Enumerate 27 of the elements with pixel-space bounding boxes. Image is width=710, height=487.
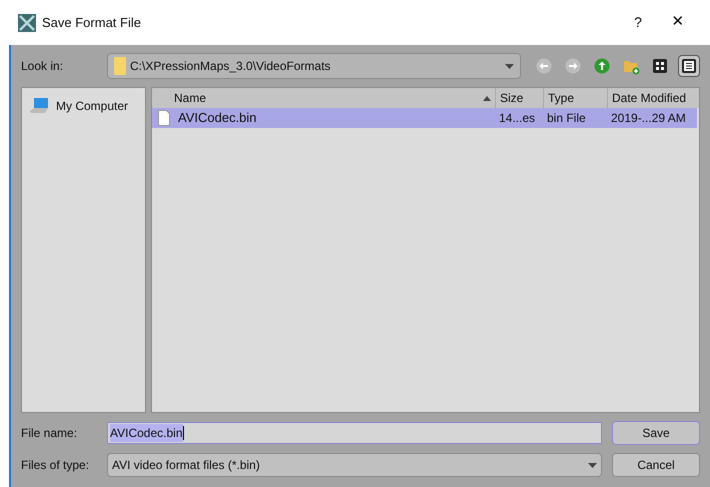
folder-icon <box>114 57 126 75</box>
file-icon <box>158 110 170 126</box>
app-logo-icon <box>18 14 36 32</box>
computer-icon <box>30 97 50 115</box>
file-type-dropdown[interactable]: AVI video format files (*.bin) <box>107 453 602 477</box>
file-cell-text: AVICodec.bin <box>178 109 257 128</box>
sidebar-item[interactable]: My Computer <box>22 94 145 118</box>
sort-arrow-icon <box>483 96 491 100</box>
caret-icon <box>588 462 597 468</box>
window-title: Save Format File <box>42 14 141 32</box>
caret-icon <box>505 64 514 68</box>
file-type-label: Files of type: <box>21 457 90 474</box>
file-name-label: File name: <box>21 425 78 442</box>
file-cell-text: bin File <box>547 110 586 127</box>
cancel-button[interactable]: Cancel <box>612 453 700 477</box>
file-cell-text: 14...es <box>499 110 536 127</box>
file-cell-text: 2019-...29 AM <box>611 110 686 127</box>
file-name-field[interactable]: AVICodec.bin <box>107 422 602 444</box>
look-in-path: C:\XPressionMaps_3.0\VideoFormats <box>130 58 331 75</box>
look-in-label: Look in: <box>21 58 64 75</box>
detail-view-icon[interactable] <box>678 55 700 77</box>
help-button[interactable]: ? <box>618 12 658 33</box>
file-row[interactable]: AVICodec.bin 14...es bin File 2019-...29 AM <box>152 108 697 128</box>
look-in-dropdown[interactable]: C:\XPressionMaps_3.0\VideoFormats <box>107 53 521 79</box>
column-header[interactable]: Name <box>152 88 495 108</box>
close-button[interactable]: ✕ <box>658 11 698 34</box>
save-button[interactable]: Save <box>612 421 700 445</box>
